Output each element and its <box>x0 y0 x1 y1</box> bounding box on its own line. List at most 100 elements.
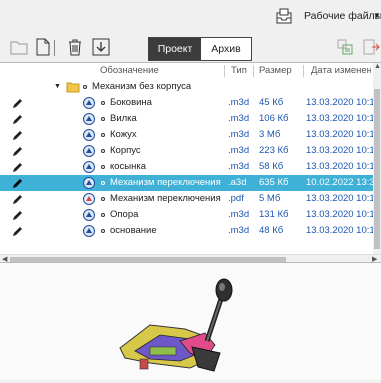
model-file-icon <box>83 97 95 109</box>
column-divider <box>303 65 304 77</box>
model-file-icon <box>83 161 95 173</box>
column-divider <box>224 65 225 77</box>
expand-arrow-icon[interactable]: ▼ <box>54 79 61 95</box>
file-date: 10.02.2022 13:34 <box>306 177 373 188</box>
table-row[interactable]: Механизм переключения .pdf 5 Мб 13.03.2020 … <box>0 191 373 207</box>
file-name: Механизм переключения <box>110 193 221 204</box>
group-row[interactable]: ▼ Механизм без корпуса <box>0 79 373 95</box>
file-type: .m3d <box>228 161 250 172</box>
model-file-icon <box>83 177 95 189</box>
file-name: Кожух <box>110 129 137 140</box>
file-name: Боковина <box>110 97 152 108</box>
file-size: 635 Кб <box>259 177 289 188</box>
edit-pencil-icon[interactable] <box>12 225 24 237</box>
scroll-up-icon[interactable]: ▲ <box>374 63 381 70</box>
status-dot-icon <box>101 165 105 169</box>
file-type: .m3d <box>228 129 250 140</box>
file-date: 13.03.2020 10:18 <box>306 129 373 140</box>
pdf-file-icon <box>83 193 95 205</box>
file-name: Вилка <box>110 113 137 124</box>
copy-tree-icon[interactable] <box>336 38 354 56</box>
file-size: 131 Кб <box>259 209 289 220</box>
table-row[interactable]: Корпус .m3d 223 Кб 13.03.2020 10:18 <box>0 143 373 159</box>
toolbar-divider <box>54 40 55 56</box>
chevron-down-icon[interactable]: ▼ <box>373 11 381 20</box>
status-dot-icon <box>101 213 105 217</box>
status-dot-icon <box>101 229 105 233</box>
edit-pencil-icon[interactable] <box>12 113 24 125</box>
table-row[interactable]: Боковина .m3d 45 Кб 13.03.2020 10:18 <box>0 95 373 111</box>
table-row[interactable]: Опора .m3d 131 Кб 13.03.2020 10:18 <box>0 207 373 223</box>
workspace-tray-icon[interactable] <box>276 8 292 24</box>
file-table: Обозначение Тип Размер Дата изменения ▼ … <box>0 62 381 264</box>
folder-icon <box>66 82 80 93</box>
column-divider <box>253 65 254 77</box>
file-size: 58 Кб <box>259 161 284 172</box>
assembly-render-image <box>119 278 233 372</box>
file-name: основание <box>110 225 157 236</box>
tab-project[interactable]: Проект <box>149 38 201 60</box>
model-file-icon <box>83 129 95 141</box>
file-date: 13.03.2020 10:18 <box>306 209 373 220</box>
file-name: косынка <box>110 161 147 172</box>
file-date: 13.03.2020 10:18 <box>306 97 373 108</box>
file-name: Опора <box>110 209 139 220</box>
file-type: .m3d <box>228 113 250 124</box>
vertical-scrollbar[interactable]: ▲ <box>373 63 381 254</box>
file-size: 5 Мб <box>259 193 281 204</box>
table-row[interactable]: Кожух .m3d 3 Мб 13.03.2020 10:18 <box>0 127 373 143</box>
table-row[interactable]: Вилка .m3d 106 Кб 13.03.2020 10:18 <box>0 111 373 127</box>
file-date: 13.03.2020 10:18 <box>306 193 373 204</box>
download-icon[interactable] <box>92 38 110 56</box>
top-bar: Рабочие файлы ▼ <box>0 0 381 33</box>
status-dot-icon <box>101 149 105 153</box>
edit-pencil-icon[interactable] <box>12 177 24 189</box>
delete-icon[interactable] <box>66 38 84 56</box>
status-dot-icon <box>101 197 105 201</box>
file-type: .a3d <box>228 177 247 188</box>
table-row[interactable]: основание .m3d 48 Кб 13.03.2020 10:18 <box>0 223 373 239</box>
status-dot-icon <box>101 181 105 185</box>
model-file-icon <box>83 145 95 157</box>
file-type: .m3d <box>228 209 250 220</box>
model-file-icon <box>83 225 95 237</box>
table-row[interactable]: Механизм переключения .a3d 635 Кб 10.02.202… <box>0 175 373 191</box>
edit-pencil-icon[interactable] <box>12 129 24 141</box>
file-type: .m3d <box>228 145 250 156</box>
edit-pencil-icon[interactable] <box>12 161 24 173</box>
file-date: 13.03.2020 10:18 <box>306 145 373 156</box>
model-file-icon <box>83 209 95 221</box>
edit-pencil-icon[interactable] <box>12 209 24 221</box>
edit-pencil-icon[interactable] <box>12 193 24 205</box>
edit-pencil-icon[interactable] <box>12 97 24 109</box>
export-icon[interactable] <box>362 38 380 56</box>
tab-archive[interactable]: Архив <box>201 38 251 60</box>
file-size: 48 Кб <box>259 225 284 236</box>
column-header-date[interactable]: Дата изменения <box>311 63 371 79</box>
file-name: Механизм переключения <box>110 177 221 188</box>
new-file-icon[interactable] <box>34 38 52 56</box>
file-size: 223 Кб <box>259 145 289 156</box>
file-type: .m3d <box>228 225 250 236</box>
file-name: Корпус <box>110 145 141 156</box>
status-dot-icon <box>101 117 105 121</box>
workspace-dropdown-label[interactable]: Рабочие файлы <box>304 10 381 22</box>
file-date: 13.03.2020 10:18 <box>306 161 373 172</box>
status-dot-icon <box>101 133 105 137</box>
edit-pencil-icon[interactable] <box>12 145 24 157</box>
group-label: Механизм без корпуса <box>92 81 192 92</box>
column-header-size[interactable]: Размер <box>259 63 299 79</box>
model-preview[interactable] <box>0 262 381 380</box>
file-date: 13.03.2020 10:18 <box>306 113 373 124</box>
column-header-name[interactable]: Обозначение <box>100 63 220 79</box>
file-size: 45 Кб <box>259 97 284 108</box>
file-size: 3 Мб <box>259 129 281 140</box>
status-dot-icon <box>83 85 87 89</box>
file-type: .m3d <box>228 97 250 108</box>
vertical-scroll-thumb[interactable] <box>374 89 380 249</box>
open-folder-icon[interactable] <box>10 38 28 56</box>
status-dot-icon <box>101 101 105 105</box>
table-row[interactable]: косынка .m3d 58 Кб 13.03.2020 10:18 <box>0 159 373 175</box>
model-file-icon <box>83 113 95 125</box>
project-archive-switch: Проект Архив <box>148 37 252 61</box>
